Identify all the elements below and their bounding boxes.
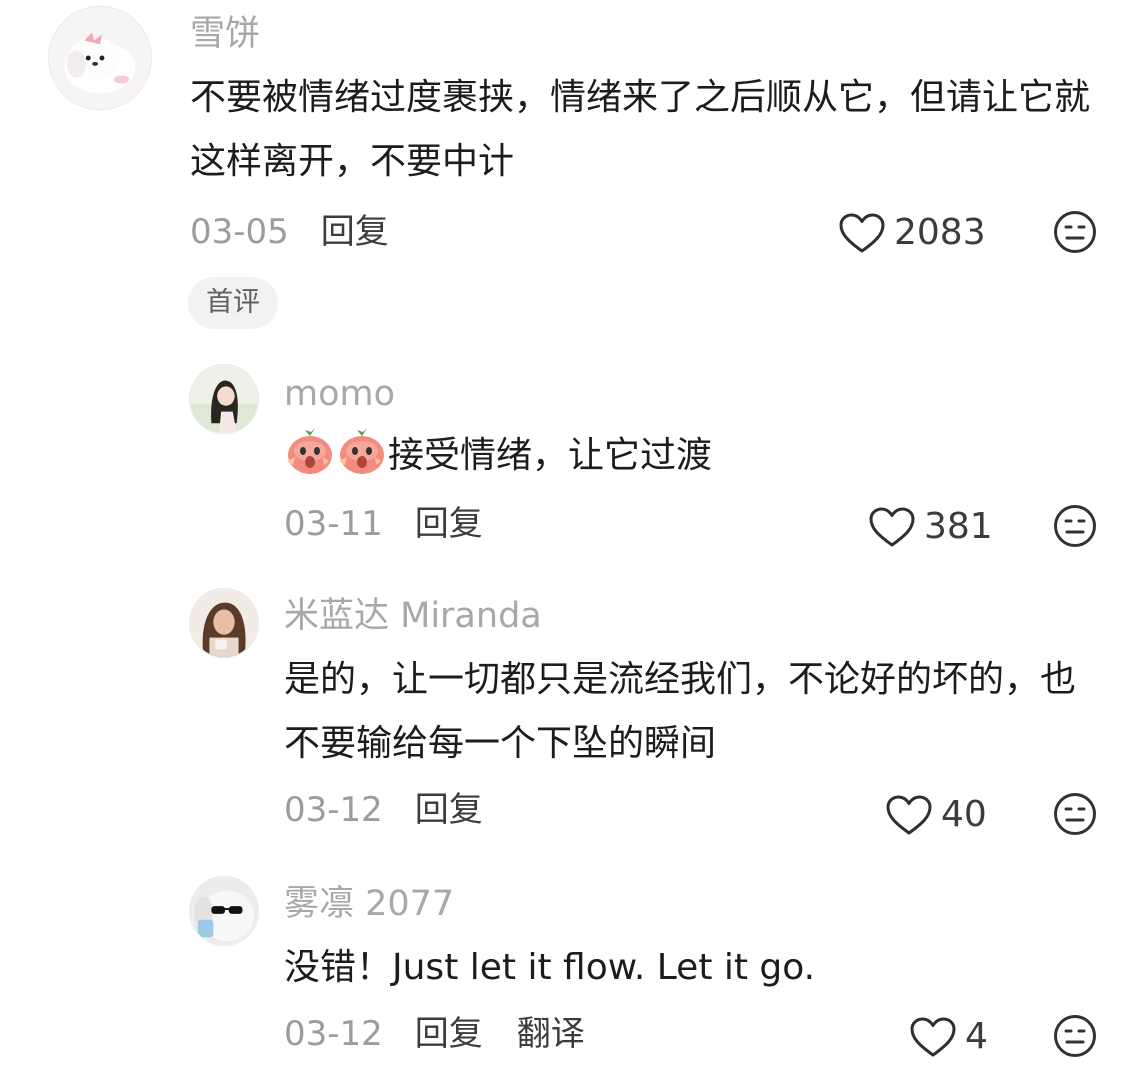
comment-date: 03-05 bbox=[190, 212, 289, 252]
meh-face-icon[interactable] bbox=[1053, 504, 1097, 548]
translate-button[interactable]: 翻译 bbox=[517, 1014, 585, 1054]
like-count: 381 bbox=[924, 506, 993, 547]
comment: 雪饼 不要被情绪过度裹挟，情绪来了之后顺从它，但请让它就这样离开，不要中计 03… bbox=[0, 0, 1145, 340]
reply-button[interactable]: 回复 bbox=[415, 790, 483, 830]
avatar[interactable] bbox=[189, 588, 259, 658]
reply-meta: 03-11 回复 bbox=[284, 504, 517, 544]
reply-button[interactable]: 回复 bbox=[415, 1014, 483, 1054]
reply-meta: 03-12 回复 翻译 bbox=[284, 1014, 585, 1054]
meh-face-icon[interactable] bbox=[1053, 210, 1097, 254]
username[interactable]: 雪饼 bbox=[190, 12, 260, 56]
username[interactable]: 雾凛 2077 bbox=[284, 882, 454, 926]
like-count: 40 bbox=[941, 794, 987, 835]
comment-text: 不要被情绪过度裹挟，情绪来了之后顺从它，但请让它就这样离开，不要中计 bbox=[190, 77, 1091, 182]
reply-date: 03-11 bbox=[284, 504, 383, 544]
reply-date: 03-12 bbox=[284, 1014, 383, 1054]
puppy-avatar-icon bbox=[49, 7, 151, 109]
like-count: 4 bbox=[965, 1016, 988, 1057]
reply-text: 接受情绪，让它过渡 bbox=[388, 435, 713, 476]
like-button[interactable]: 4 bbox=[909, 1016, 988, 1058]
reply-date: 03-12 bbox=[284, 790, 383, 830]
avatar[interactable] bbox=[189, 364, 259, 434]
avatar[interactable] bbox=[48, 6, 152, 110]
reply-meta: 03-12 回复 bbox=[284, 790, 517, 830]
dog-sunglasses-avatar-icon bbox=[190, 877, 258, 945]
reply-text: 没错！Just let it flow. Let it go. bbox=[284, 947, 816, 988]
like-button[interactable]: 40 bbox=[885, 794, 987, 836]
heart-icon bbox=[838, 212, 886, 254]
username[interactable]: momo bbox=[284, 372, 395, 416]
comment-meta: 03-05 回复 bbox=[190, 212, 423, 252]
like-button[interactable]: 2083 bbox=[838, 212, 986, 254]
meh-face-icon[interactable] bbox=[1053, 1014, 1097, 1058]
username[interactable]: 米蓝达 Miranda bbox=[284, 594, 542, 638]
woman-avatar-icon bbox=[190, 589, 258, 657]
reply-text: 是的，让一切都只是流经我们，不论好的坏的，也不要输给每一个下坠的瞬间 bbox=[284, 659, 1077, 764]
reply-text-row: 接受情绪，让它过渡 bbox=[284, 424, 1084, 488]
like-button[interactable]: 381 bbox=[868, 506, 993, 548]
first-comment-badge: 首评 bbox=[188, 277, 278, 329]
reply-button[interactable]: 回复 bbox=[321, 212, 389, 252]
girl-avatar-icon bbox=[190, 365, 258, 433]
peach-shocked-emoji-icon bbox=[284, 427, 334, 477]
like-count: 2083 bbox=[894, 212, 986, 253]
heart-icon bbox=[909, 1016, 957, 1058]
meh-face-icon[interactable] bbox=[1053, 792, 1097, 836]
heart-icon bbox=[868, 506, 916, 548]
reply-button[interactable]: 回复 bbox=[415, 504, 483, 544]
avatar[interactable] bbox=[189, 876, 259, 946]
heart-icon bbox=[885, 794, 933, 836]
peach-shocked-emoji-icon bbox=[336, 427, 386, 477]
